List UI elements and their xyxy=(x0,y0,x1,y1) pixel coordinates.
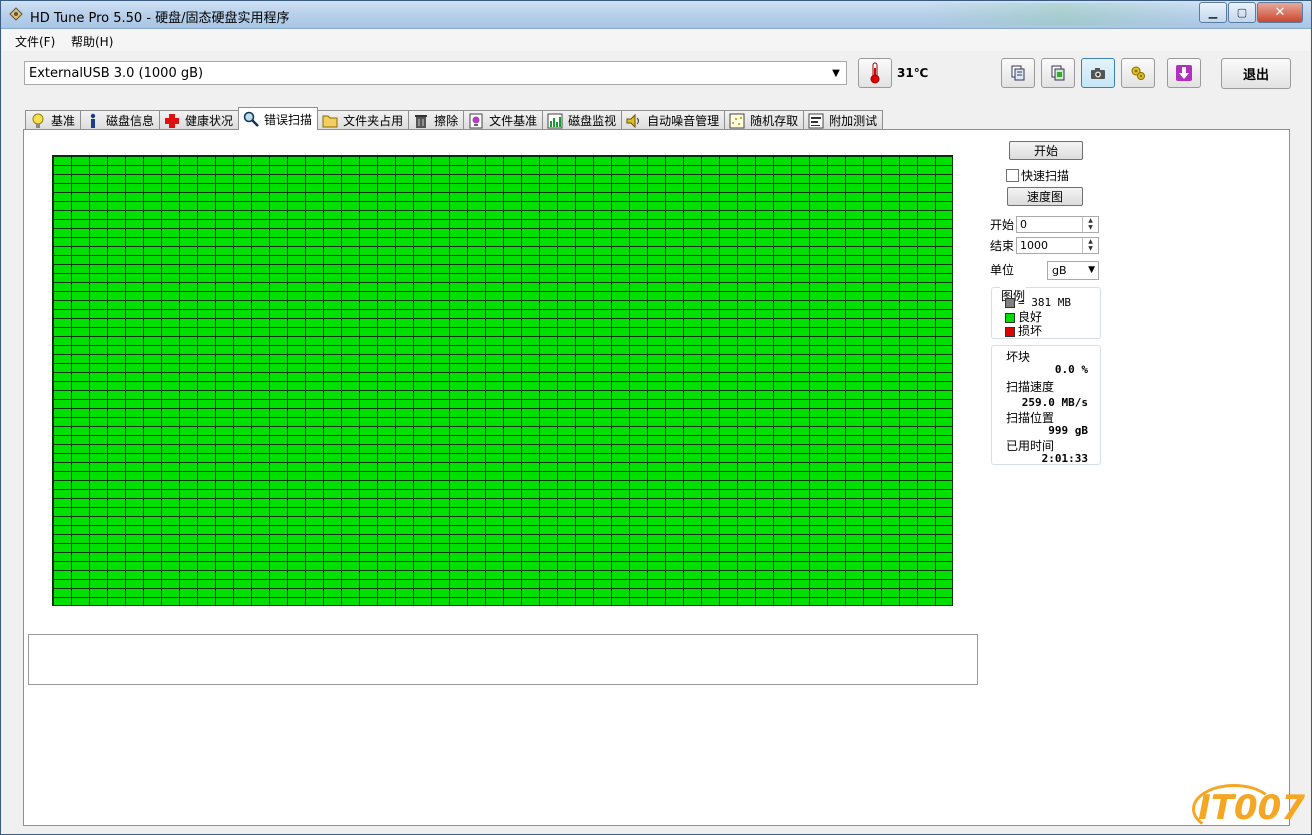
chevron-down-icon: ▼ xyxy=(832,67,840,79)
tab-folder-usage[interactable]: 文件夹占用 xyxy=(317,110,410,130)
error-scan-panel: 开始 快速扫描 速度图 开始 0 ▲ ▼ 结束 1000 ▲ ▼ 单位 gB ▼ 图… xyxy=(23,129,1290,826)
quick-scan-label: 快速扫描 xyxy=(1021,169,1070,183)
temperature-button[interactable] xyxy=(858,58,892,88)
screenshot-button[interactable] xyxy=(1081,58,1115,88)
quick-scan-checkbox[interactable] xyxy=(1006,169,1019,182)
scan-position-label: 扫描位置 xyxy=(1006,411,1055,425)
tab-benchmark[interactable]: 基准 xyxy=(25,110,82,130)
scan-log-box xyxy=(28,634,978,685)
copy-info-button[interactable] xyxy=(1041,58,1075,88)
site-watermark-logo: IT007 xyxy=(1192,784,1305,834)
magnifier-icon xyxy=(243,111,259,127)
toolbar: ExternalUSB 3.0 (1000 gB) ▼ 31℃ 退出 xyxy=(2,51,1310,105)
random-access-icon xyxy=(729,113,745,129)
start-position-label: 开始 xyxy=(990,218,1015,232)
folder-icon xyxy=(322,113,338,129)
tab-strip: 基准 磁盘信息 健康状况 错误扫描 文件夹占用 擦除 文件基准 磁盘监视 自动噪… xyxy=(25,107,884,130)
thermometer-icon xyxy=(870,62,880,84)
drive-select-value: ExternalUSB 3.0 (1000 gB) xyxy=(29,66,204,81)
chevron-down-icon: ▼ xyxy=(1088,265,1095,275)
start-position-input[interactable]: 0 ▲ ▼ xyxy=(1016,216,1099,233)
speed-map-button[interactable]: 速度图 xyxy=(1007,187,1083,206)
trash-icon xyxy=(413,113,429,129)
tab-erase[interactable]: 擦除 xyxy=(408,110,465,130)
minimize-button[interactable]: ▁ xyxy=(1199,2,1227,23)
unit-select[interactable]: gB ▼ xyxy=(1047,261,1099,280)
spinner-arrows-icon[interactable]: ▲ ▼ xyxy=(1082,238,1098,253)
legend-box: 图例 = 381 MB 良好 损坏 xyxy=(991,287,1101,339)
camera-icon xyxy=(1091,68,1105,79)
block-size-swatch xyxy=(1005,298,1015,308)
app-window: HD Tune Pro 5.50 - 硬盘/固态硬盘实用程序 ▁ ▢ ✕ 文件(… xyxy=(0,0,1312,835)
copy-text-icon xyxy=(1011,65,1025,81)
file-benchmark-icon xyxy=(468,113,484,129)
end-position-label: 结束 xyxy=(990,239,1015,253)
spinner-arrows-icon[interactable]: ▲ ▼ xyxy=(1082,217,1098,232)
app-logo-icon xyxy=(9,7,23,21)
legend-bad: 损坏 xyxy=(1018,324,1043,338)
window-title: HD Tune Pro 5.50 - 硬盘/固态硬盘实用程序 xyxy=(30,11,290,26)
close-button[interactable]: ✕ xyxy=(1257,2,1303,23)
copy-text-button[interactable] xyxy=(1001,58,1035,88)
maximize-button[interactable]: ▢ xyxy=(1228,2,1256,23)
scan-speed-value: 259.0 MB/s xyxy=(1021,396,1088,409)
unit-label: 单位 xyxy=(990,263,1015,277)
bad-blocks-label: 坏块 xyxy=(1006,350,1031,364)
good-swatch xyxy=(1005,312,1015,323)
tab-disk-info[interactable]: 磁盘信息 xyxy=(80,110,161,130)
copy-info-icon xyxy=(1051,65,1065,81)
extra-tests-icon xyxy=(808,113,824,129)
menu-file[interactable]: 文件(F) xyxy=(15,33,55,50)
bad-blocks-value: 0.0 % xyxy=(1054,363,1088,376)
scan-position-value: 999 gB xyxy=(1048,424,1088,437)
download-arrow-icon xyxy=(1176,65,1192,81)
menu-help[interactable]: 帮助(H) xyxy=(71,33,113,50)
options-icon xyxy=(1131,66,1145,80)
info-icon xyxy=(85,113,101,129)
tab-extra-tests[interactable]: 附加测试 xyxy=(803,110,884,130)
scan-block-grid xyxy=(52,155,953,606)
start-scan-button[interactable]: 开始 xyxy=(1009,141,1083,160)
drive-select[interactable]: ExternalUSB 3.0 (1000 gB) ▼ xyxy=(24,61,847,85)
exit-button[interactable]: 退出 xyxy=(1221,58,1291,89)
speaker-icon xyxy=(626,113,642,129)
scan-speed-label: 扫描速度 xyxy=(1006,380,1055,394)
elapsed-time-value: 2:01:33 xyxy=(1041,452,1088,465)
monitor-chart-icon xyxy=(547,113,563,129)
scan-stats-box: 坏块 0.0 % 扫描速度 259.0 MB/s 扫描位置 999 gB 已用时… xyxy=(991,345,1101,465)
tab-disk-monitor[interactable]: 磁盘监视 xyxy=(542,110,623,130)
health-cross-icon xyxy=(164,113,180,129)
title-bar: HD Tune Pro 5.50 - 硬盘/固态硬盘实用程序 ▁ ▢ ✕ xyxy=(1,1,1311,29)
tab-aam[interactable]: 自动噪音管理 xyxy=(621,110,726,130)
bad-swatch xyxy=(1005,326,1015,337)
end-position-input[interactable]: 1000 ▲ ▼ xyxy=(1016,237,1099,254)
menu-bar: 文件(F) 帮助(H) xyxy=(2,29,1310,51)
download-button[interactable] xyxy=(1167,58,1201,88)
temperature-readout: 31℃ xyxy=(897,66,929,80)
tab-health[interactable]: 健康状况 xyxy=(159,110,240,130)
tab-file-benchmark[interactable]: 文件基准 xyxy=(463,110,544,130)
tab-random-access[interactable]: 随机存取 xyxy=(724,110,805,130)
lightbulb-icon xyxy=(30,113,46,129)
options-button[interactable] xyxy=(1121,58,1155,88)
tab-error-scan[interactable]: 错误扫描 xyxy=(238,107,319,130)
